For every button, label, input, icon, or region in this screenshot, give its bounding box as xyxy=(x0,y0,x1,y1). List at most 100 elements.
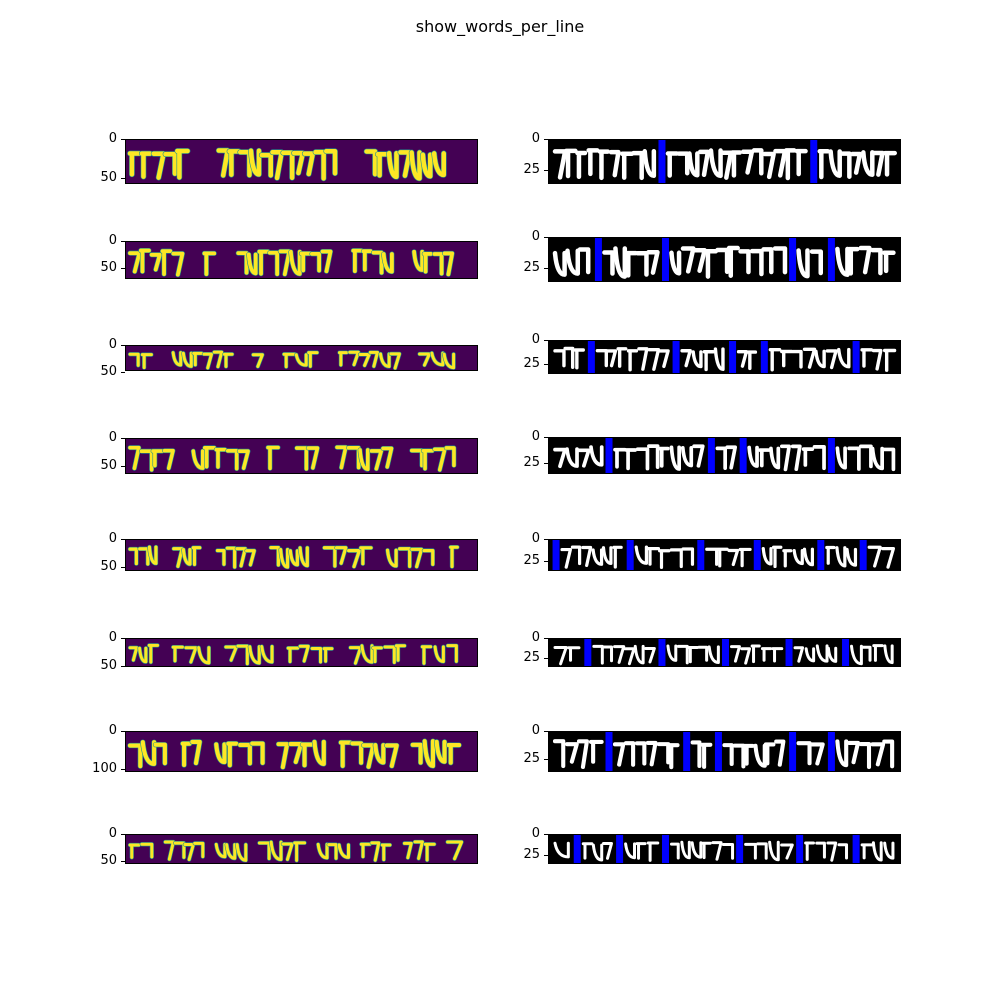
y-tick-mark xyxy=(544,731,548,732)
word-separator xyxy=(785,639,793,666)
y-tick-label: 25 xyxy=(523,260,540,276)
word-separator xyxy=(697,540,705,570)
y-tick-mark xyxy=(544,139,548,140)
word-separator xyxy=(760,341,768,373)
line-image-segmented-4 xyxy=(548,437,901,474)
word-separator xyxy=(587,341,595,373)
line-image-segmented-2 xyxy=(548,237,901,282)
y-tick-label: 25 xyxy=(523,454,540,470)
word-separator xyxy=(827,732,835,771)
word-separator xyxy=(626,540,634,570)
word-separator xyxy=(753,540,761,570)
line-image-viridis-3 xyxy=(125,345,478,371)
y-tick-mark xyxy=(544,638,548,639)
y-tick-label: 0 xyxy=(108,430,117,445)
y-tick-label: 25 xyxy=(523,846,540,862)
y-tick-mark xyxy=(121,666,125,668)
line-image-segmented-8 xyxy=(548,834,901,864)
word-separator xyxy=(714,732,722,771)
viridis-image xyxy=(126,439,477,473)
binary-image xyxy=(549,732,900,771)
binary-image xyxy=(549,835,900,863)
line-image-segmented-3 xyxy=(548,340,901,374)
word-separator xyxy=(842,639,850,666)
word-separator xyxy=(707,438,715,473)
word-separator xyxy=(810,140,818,183)
y-tick-mark xyxy=(121,268,125,270)
y-tick-label: 0 xyxy=(531,229,540,244)
binary-image xyxy=(549,540,900,570)
line-image-viridis-2 xyxy=(125,241,478,279)
line-image-segmented-6 xyxy=(548,638,901,667)
y-tick-mark xyxy=(544,561,548,563)
binary-image xyxy=(549,140,900,183)
y-tick-mark xyxy=(121,638,125,639)
viridis-image xyxy=(126,242,477,278)
word-separator xyxy=(827,438,835,473)
y-tick-mark xyxy=(544,759,548,761)
line-image-segmented-7 xyxy=(548,731,901,772)
y-tick-mark xyxy=(121,731,125,732)
y-tick-mark xyxy=(121,465,125,467)
binary-image xyxy=(549,639,900,666)
line-image-viridis-7 xyxy=(125,731,478,772)
word-separator xyxy=(789,732,797,771)
y-tick-label: 0 xyxy=(531,332,540,347)
y-tick-label: 50 xyxy=(100,559,117,575)
viridis-image xyxy=(126,540,477,570)
line-image-viridis-8 xyxy=(125,834,478,864)
word-separator xyxy=(739,438,747,473)
y-tick-label: 50 xyxy=(100,457,117,473)
line-image-segmented-5 xyxy=(548,539,901,571)
binary-image xyxy=(549,341,900,373)
word-separator xyxy=(661,835,669,863)
word-separator xyxy=(736,835,744,863)
y-tick-mark xyxy=(544,340,548,341)
line-image-viridis-6 xyxy=(125,638,478,667)
line-image-viridis-1 xyxy=(125,139,478,184)
y-tick-label: 0 xyxy=(531,723,540,738)
y-tick-label: 0 xyxy=(108,131,117,146)
y-tick-label: 50 xyxy=(100,363,117,379)
word-separator xyxy=(683,732,691,771)
y-tick-label: 0 xyxy=(108,531,117,546)
word-separator xyxy=(852,835,860,863)
word-separator xyxy=(661,238,669,281)
word-separator xyxy=(605,438,613,473)
word-separator xyxy=(605,732,613,771)
figure: show_words_per_line 0 50 0 25 0 50 0 25 0 50 0 25 0 5… xyxy=(0,0,1000,1000)
word-separator xyxy=(616,835,624,863)
y-tick-label: 0 xyxy=(531,531,540,546)
y-tick-label: 0 xyxy=(531,429,540,444)
y-tick-mark xyxy=(544,237,548,238)
word-separator xyxy=(796,835,804,863)
y-tick-label: 50 xyxy=(100,658,117,674)
y-tick-mark xyxy=(544,658,548,660)
y-tick-label: 25 xyxy=(523,751,540,767)
y-tick-mark xyxy=(121,769,125,771)
y-tick-mark xyxy=(121,567,125,569)
word-separator xyxy=(658,140,666,183)
y-tick-label: 0 xyxy=(531,131,540,146)
y-tick-mark xyxy=(121,834,125,835)
word-glyphs xyxy=(613,444,705,471)
viridis-image xyxy=(126,346,477,370)
y-tick-mark xyxy=(544,834,548,835)
y-tick-label: 0 xyxy=(108,233,117,248)
y-tick-label: 25 xyxy=(523,650,540,666)
word-separator xyxy=(859,540,867,570)
viridis-image xyxy=(126,639,477,666)
line-image-segmented-1 xyxy=(548,139,901,184)
y-tick-mark xyxy=(544,170,548,172)
viridis-image xyxy=(126,140,477,183)
y-tick-mark xyxy=(544,462,548,464)
y-tick-label: 25 xyxy=(523,162,540,178)
y-tick-mark xyxy=(121,139,125,140)
word-separator xyxy=(658,639,666,666)
y-tick-mark xyxy=(121,178,125,180)
y-tick-label: 100 xyxy=(92,761,117,777)
y-tick-label: 0 xyxy=(108,630,117,645)
y-tick-mark xyxy=(544,539,548,540)
viridis-image xyxy=(126,732,477,771)
y-tick-mark xyxy=(121,438,125,439)
